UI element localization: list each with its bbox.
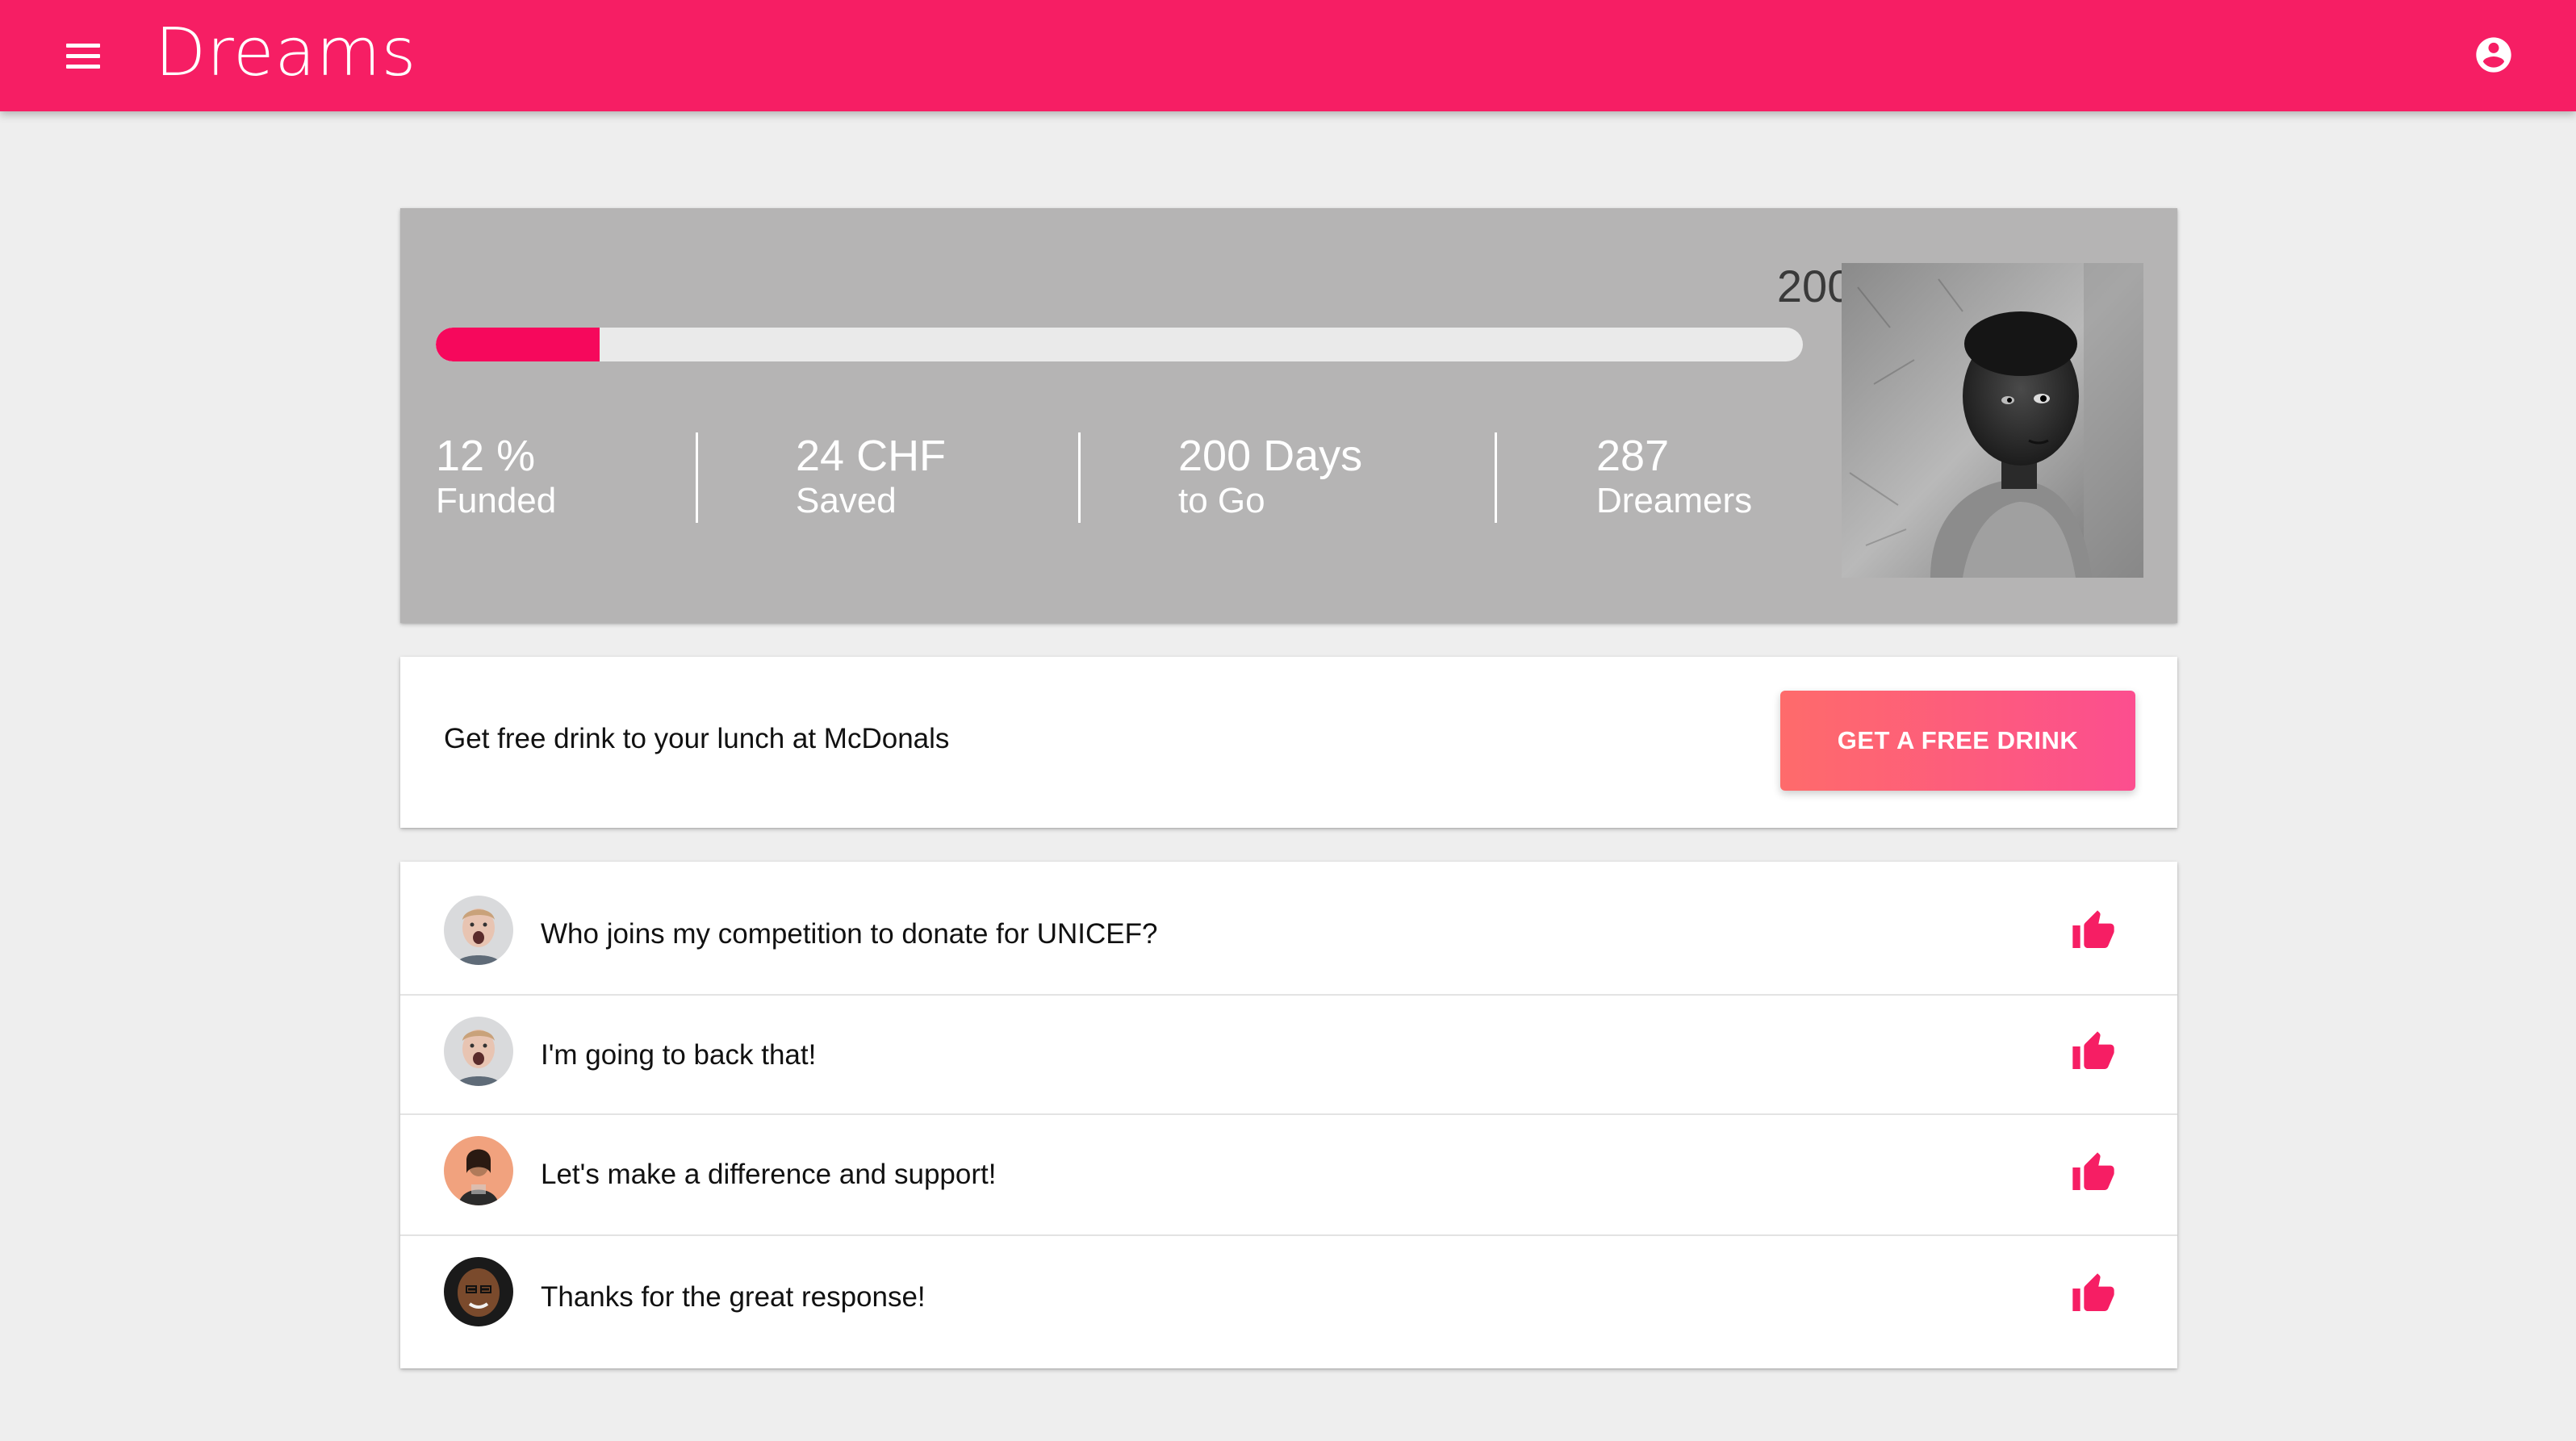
list-item: Who joins my competition to donate for U… <box>400 862 2177 994</box>
stat-value: 12 % <box>436 432 536 480</box>
stat-dreamers: 287 Dreamers <box>1596 431 1752 521</box>
thumb-up-icon[interactable] <box>2071 908 2116 954</box>
stat-divider <box>696 432 698 523</box>
comment-text: Who joins my competition to donate for U… <box>541 918 1158 950</box>
campaign-photo <box>1842 263 2143 578</box>
stat-label: Funded <box>436 481 557 520</box>
stat-value: 287 <box>1596 432 1670 480</box>
stat-divider <box>1495 432 1497 523</box>
comments-list: Who joins my competition to donate for U… <box>400 862 2177 1368</box>
stat-value: 24 CHF <box>796 432 947 480</box>
stat-saved: 24 CHF Saved <box>796 431 946 521</box>
stat-label: to Go <box>1178 481 1265 520</box>
app-bar: Dreams <box>0 0 2576 111</box>
list-item: Let's make a difference and support! <box>400 1115 2177 1234</box>
avatar[interactable] <box>444 896 513 965</box>
app-logo[interactable]: Dreams <box>155 13 421 94</box>
menu-icon[interactable] <box>61 36 107 75</box>
thumb-up-icon[interactable] <box>2071 1030 2116 1075</box>
stat-days-to-go: 200 Days to Go <box>1178 431 1362 521</box>
campaign-stats-card: 200 CHF 12 % Funded 24 CHF Saved 200 Day… <box>400 208 2177 623</box>
stat-label: Saved <box>796 481 897 520</box>
promo-card: Get free drink to your lunch at McDonals… <box>400 657 2177 828</box>
stat-value: 200 Days <box>1178 432 1363 480</box>
funding-progress-bar <box>436 328 1803 361</box>
avatar[interactable] <box>444 1017 513 1086</box>
comment-text: Let's make a difference and support! <box>541 1159 997 1190</box>
stat-funded: 12 % Funded <box>436 431 556 521</box>
promo-text: Get free drink to your lunch at McDonals <box>444 723 950 754</box>
comment-text: Thanks for the great response! <box>541 1281 926 1313</box>
thumb-up-icon[interactable] <box>2071 1272 2116 1317</box>
get-free-drink-button[interactable]: GET A FREE DRINK <box>1780 691 2135 791</box>
avatar[interactable] <box>444 1257 513 1326</box>
dreams-logo-icon: Dreams <box>155 17 416 90</box>
comment-text: I'm going to back that! <box>541 1039 817 1071</box>
thumb-up-icon[interactable] <box>2071 1151 2116 1196</box>
avatar[interactable] <box>444 1136 513 1205</box>
list-item: I'm going to back that! <box>400 996 2177 1113</box>
svg-text:Dreams: Dreams <box>155 17 416 90</box>
funding-progress-fill <box>436 328 600 361</box>
stat-label: Dreamers <box>1596 481 1753 520</box>
stat-divider <box>1078 432 1081 523</box>
account-circle-icon[interactable] <box>2473 34 2515 76</box>
list-item: Thanks for the great response! <box>400 1236 2177 1368</box>
